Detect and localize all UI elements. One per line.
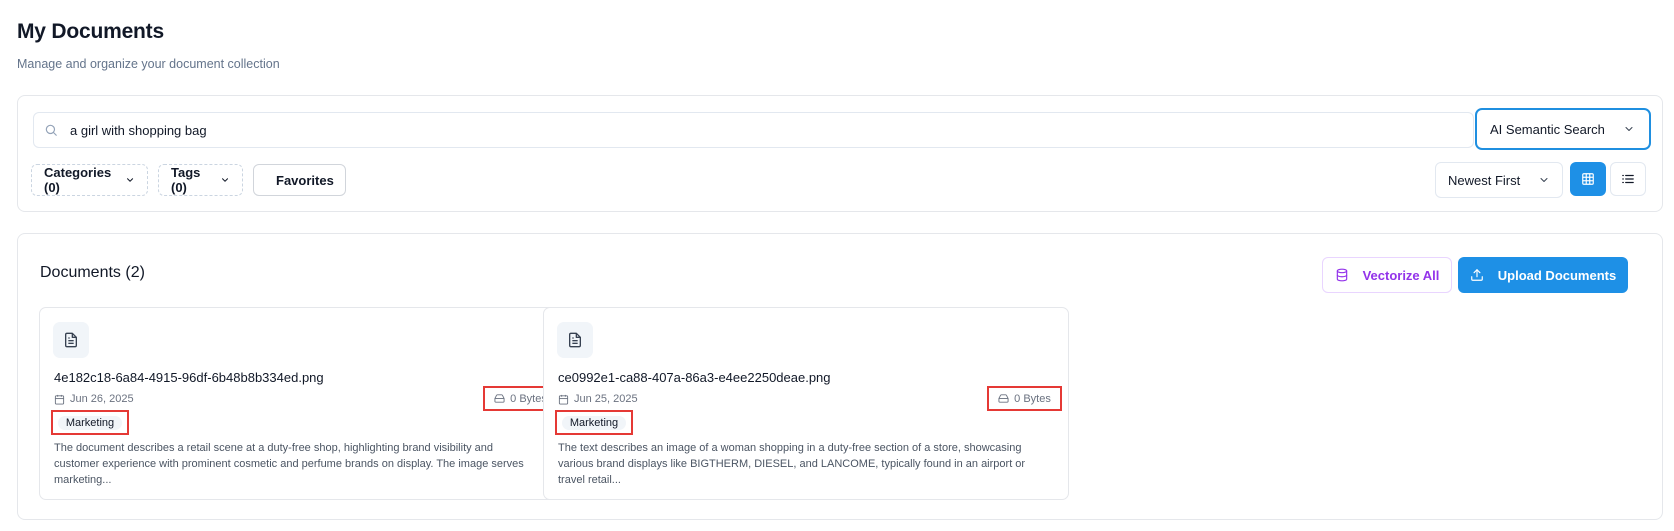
document-description: The text describes an image of a woman s… [558, 442, 1026, 486]
database-icon [1336, 268, 1347, 282]
calendar-icon [54, 394, 65, 405]
tags-filter-label: Tags (0) [171, 165, 201, 195]
grid-icon [1582, 173, 1594, 185]
document-name: ce0992e1-ca88-407a-86a3-e4ee2250deae.png [558, 370, 831, 385]
sort-select[interactable]: Newest First [1435, 162, 1563, 198]
list-icon [1622, 174, 1634, 184]
chevron-down-icon [1625, 127, 1633, 131]
tags-filter-button[interactable]: Tags (0) [158, 164, 243, 196]
upload-documents-button[interactable]: Upload Documents [1458, 257, 1628, 293]
document-description: The document describes a retail scene at… [54, 442, 524, 486]
favorites-filter-label: Favorites [276, 172, 334, 188]
document-size-text: 0 Bytes [510, 392, 547, 405]
grid-view-button[interactable] [1570, 162, 1606, 196]
file-icon [53, 322, 89, 358]
vectorize-all-button[interactable]: Vectorize All [1322, 257, 1452, 293]
documents-title: Documents (2) [40, 264, 145, 281]
hard-drive-icon [494, 394, 505, 403]
search-icon [45, 124, 57, 136]
chevron-down-icon [1540, 178, 1548, 182]
chevron-down-icon [221, 178, 228, 182]
search-input[interactable] [70, 122, 1370, 138]
document-date: Jun 25, 2025 [558, 393, 638, 405]
document-date-text: Jun 26, 2025 [70, 393, 134, 405]
chevron-down-icon [126, 178, 133, 182]
sort-label: Newest First [1448, 172, 1521, 188]
calendar-icon [558, 394, 569, 405]
page-subtitle: Manage and organize your document collec… [17, 57, 280, 71]
search-box[interactable] [33, 112, 1474, 148]
documents-panel: Documents (2) Vectorize All Upload Docum… [17, 233, 1663, 520]
document-size-text: 0 Bytes [1014, 392, 1051, 405]
document-card[interactable]: 4e182c18-6a84-4915-96df-6b48b8b334ed.png… [39, 307, 565, 500]
document-tag[interactable]: Marketing [561, 415, 627, 430]
document-tag[interactable]: Marketing [57, 415, 123, 430]
document-card[interactable]: ce0992e1-ca88-407a-86a3-e4ee2250deae.png… [543, 307, 1069, 500]
categories-filter-button[interactable]: Categories (0) [31, 164, 148, 196]
search-mode-label: AI Semantic Search [1490, 121, 1605, 137]
search-filter-panel: AI Semantic Search Categories (0) Tags (… [17, 95, 1663, 212]
page-title: My Documents [17, 20, 164, 43]
list-view-button[interactable] [1610, 162, 1646, 196]
upload-documents-label: Upload Documents [1497, 267, 1617, 283]
categories-filter-label: Categories (0) [44, 165, 112, 195]
document-size: 0 Bytes [987, 386, 1062, 411]
document-tag-highlight: Marketing [51, 410, 129, 435]
document-date-text: Jun 25, 2025 [574, 393, 638, 405]
document-tag-highlight: Marketing [555, 410, 633, 435]
file-icon [557, 322, 593, 358]
hard-drive-icon [998, 394, 1009, 403]
document-name: 4e182c18-6a84-4915-96df-6b48b8b334ed.png [54, 370, 324, 385]
search-mode-select[interactable]: AI Semantic Search [1475, 108, 1651, 150]
vectorize-all-label: Vectorize All [1362, 267, 1440, 283]
favorites-filter-button[interactable]: Favorites [253, 164, 346, 196]
upload-icon [1470, 269, 1483, 281]
document-date: Jun 26, 2025 [54, 393, 134, 405]
